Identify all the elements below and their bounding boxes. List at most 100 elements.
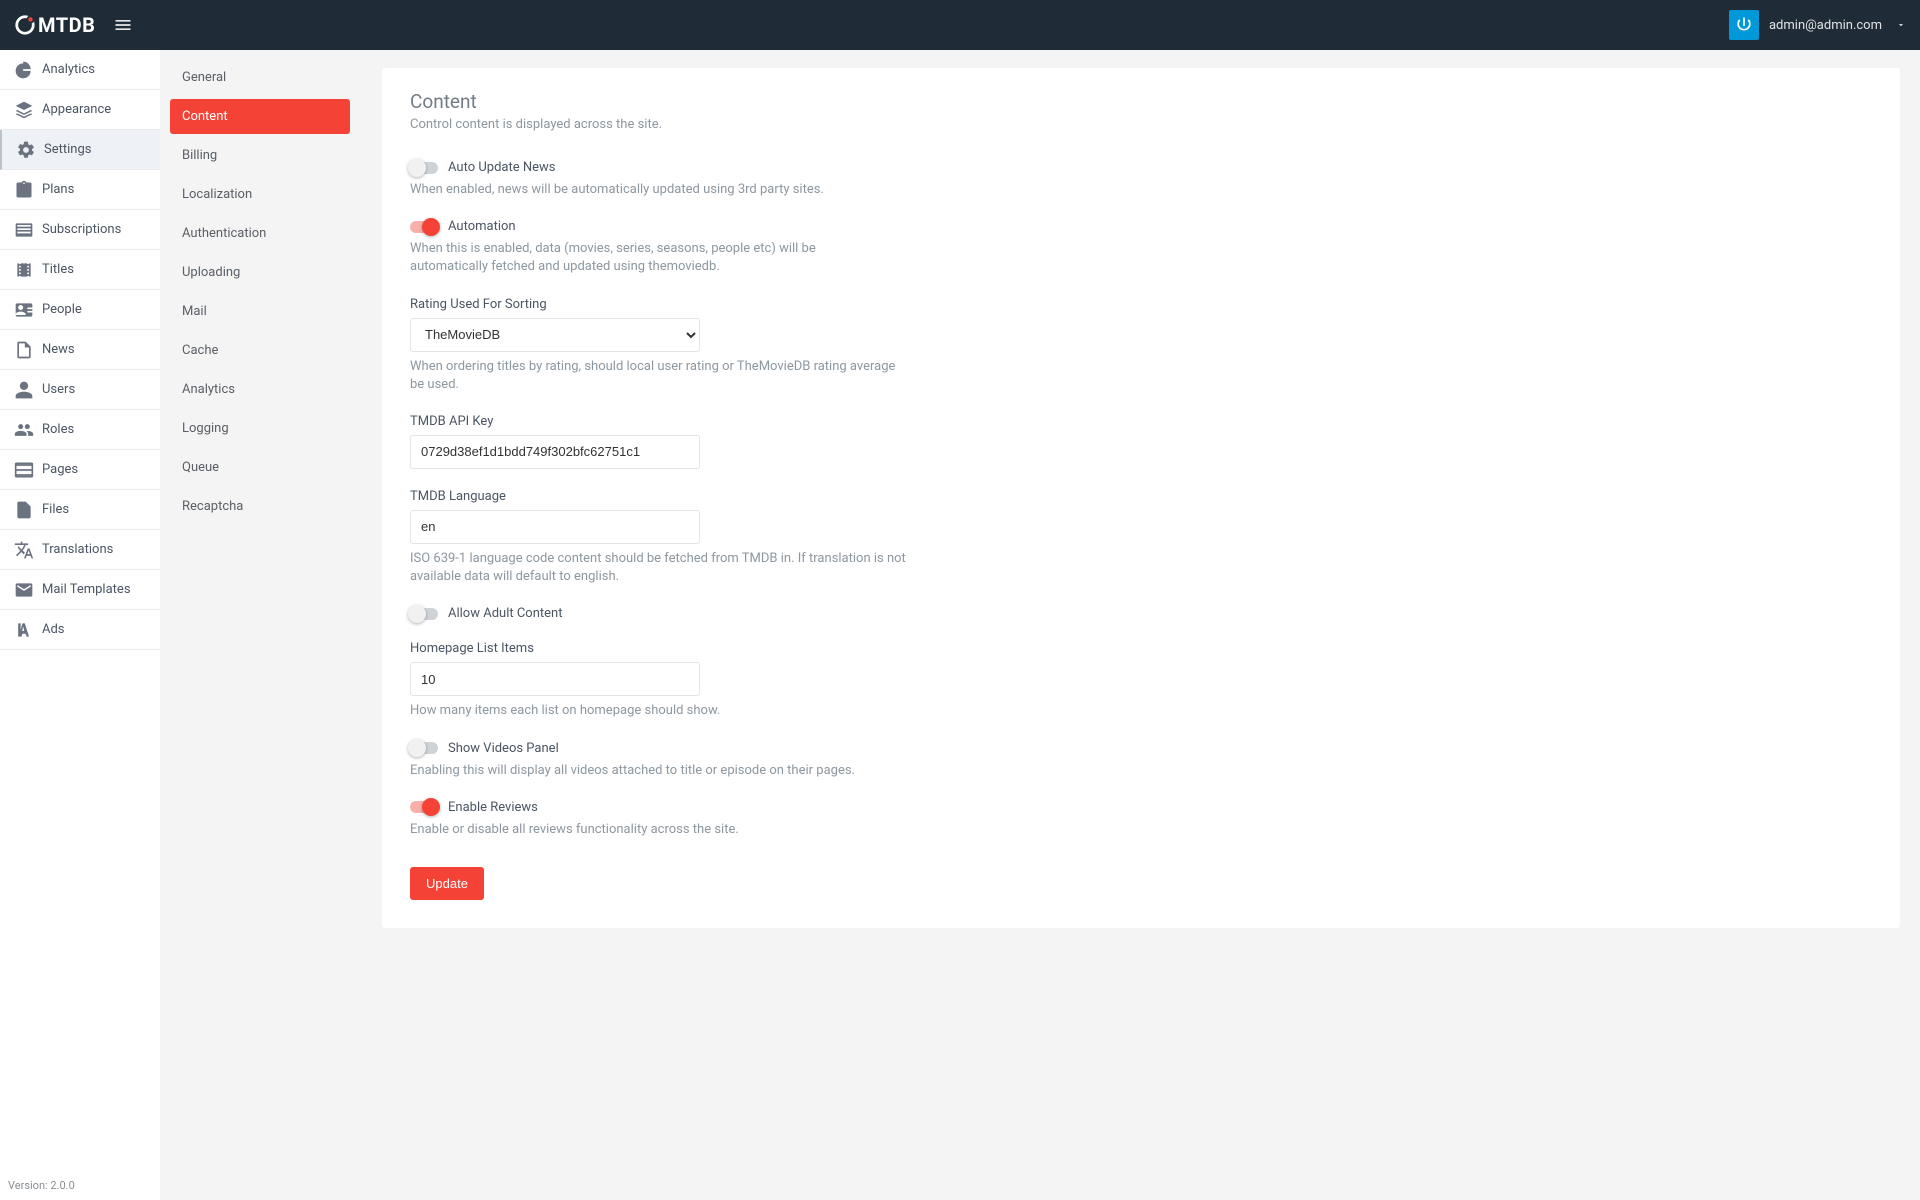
sidebar-item-ads[interactable]: Ads [0, 610, 160, 650]
badge-icon [14, 300, 34, 320]
pie-icon [14, 60, 34, 80]
content-card: Content Control content is displayed acr… [382, 68, 1900, 928]
settings-tab-mail[interactable]: Mail [170, 294, 350, 329]
sidebar-item-label: Users [42, 382, 75, 397]
user-email: admin@admin.com [1769, 18, 1882, 33]
setting-automation: Automation When this is enabled, data (m… [410, 219, 910, 276]
gear-icon [16, 140, 36, 160]
sidebar-item-appearance[interactable]: Appearance [0, 90, 160, 130]
sidebar-item-label: Translations [42, 542, 113, 557]
doc-icon [14, 340, 34, 360]
sidebar-item-subscriptions[interactable]: Subscriptions [0, 210, 160, 250]
setting-enable-reviews: Enable Reviews Enable or disable all rev… [410, 800, 910, 839]
enable-reviews-label: Enable Reviews [448, 800, 538, 815]
enable-reviews-toggle[interactable] [410, 801, 438, 813]
update-button[interactable]: Update [410, 867, 484, 900]
tmdb-lang-input[interactable] [410, 510, 700, 544]
app-name: MTDB [38, 13, 95, 37]
setting-tmdb-key: TMDB API Key [410, 414, 910, 469]
settings-tab-logging[interactable]: Logging [170, 411, 350, 446]
mail-icon [14, 580, 34, 600]
primary-sidebar: Analytics Appearance Settings Plans Subscrip… [0, 50, 160, 1200]
sidebar-item-label: Roles [42, 422, 74, 437]
sidebar-item-label: Titles [42, 262, 74, 277]
sidebar-item-label: Ads [42, 622, 65, 637]
subs-icon [14, 220, 34, 240]
menu-toggle-button[interactable] [113, 15, 133, 35]
sidebar-item-people[interactable]: People [0, 290, 160, 330]
auto-update-news-help: When enabled, news will be automatically… [410, 181, 910, 199]
sidebar-item-files[interactable]: Files [0, 490, 160, 530]
version-label: Version: 2.0.0 [8, 1179, 75, 1192]
hamburger-icon [113, 15, 133, 35]
setting-auto-update-news: Auto Update News When enabled, news will… [410, 160, 910, 199]
setting-allow-adult: Allow Adult Content [410, 606, 910, 621]
sidebar-item-label: News [42, 342, 75, 357]
settings-tab-cache[interactable]: Cache [170, 333, 350, 368]
chevron-down-icon [1896, 20, 1906, 30]
tmdb-lang-help: ISO 639-1 language code content should b… [410, 550, 910, 586]
rating-sort-help: When ordering titles by rating, should l… [410, 358, 910, 394]
sidebar-item-label: Subscriptions [42, 222, 121, 237]
rating-sort-select[interactable]: TheMovieDB [410, 318, 700, 352]
sidebar-item-label: Pages [42, 462, 78, 477]
sidebar-item-roles[interactable]: Roles [0, 410, 160, 450]
settings-tab-analytics[interactable]: Analytics [170, 372, 350, 407]
sidebar-item-analytics[interactable]: Analytics [0, 50, 160, 90]
show-videos-toggle[interactable] [410, 742, 438, 754]
tmdb-key-input[interactable] [410, 435, 700, 469]
allow-adult-toggle[interactable] [410, 608, 438, 620]
setting-show-videos: Show Videos Panel Enabling this will dis… [410, 741, 910, 780]
logo-icon [14, 14, 36, 36]
sidebar-item-label: Files [42, 502, 69, 517]
auto-update-news-toggle[interactable] [410, 162, 438, 174]
automation-help: When this is enabled, data (movies, seri… [410, 240, 830, 276]
automation-label: Automation [448, 219, 516, 234]
sidebar-item-label: Analytics [42, 62, 95, 77]
sidebar-item-mail-templates[interactable]: Mail Templates [0, 570, 160, 610]
page-icon [14, 460, 34, 480]
allow-adult-label: Allow Adult Content [448, 606, 562, 621]
avatar [1729, 10, 1759, 40]
layers-icon [14, 100, 34, 120]
settings-tab-uploading[interactable]: Uploading [170, 255, 350, 290]
setting-rating-sort: Rating Used For Sorting TheMovieDB When … [410, 297, 910, 394]
sidebar-item-settings[interactable]: Settings [0, 130, 160, 170]
header: MTDB admin@admin.com [0, 0, 1920, 50]
sidebar-item-label: Appearance [42, 102, 111, 117]
sidebar-item-label: Settings [44, 142, 91, 157]
automation-toggle[interactable] [410, 221, 438, 233]
tmdb-key-label: TMDB API Key [410, 414, 910, 429]
translate-icon [14, 540, 34, 560]
sidebar-item-translations[interactable]: Translations [0, 530, 160, 570]
clipboard-icon [14, 180, 34, 200]
auto-update-news-label: Auto Update News [448, 160, 556, 175]
settings-tab-authentication[interactable]: Authentication [170, 216, 350, 251]
homepage-items-help: How many items each list on homepage sho… [410, 702, 910, 720]
sidebar-item-label: Plans [42, 182, 74, 197]
rating-sort-label: Rating Used For Sorting [410, 297, 910, 312]
sidebar-item-plans[interactable]: Plans [0, 170, 160, 210]
sidebar-item-pages[interactable]: Pages [0, 450, 160, 490]
settings-tab-billing[interactable]: Billing [170, 138, 350, 173]
page-subtitle: Control content is displayed across the … [410, 117, 1872, 132]
settings-tab-queue[interactable]: Queue [170, 450, 350, 485]
app-logo[interactable]: MTDB [14, 13, 95, 37]
sidebar-item-label: Mail Templates [42, 582, 131, 597]
sidebar-item-news[interactable]: News [0, 330, 160, 370]
show-videos-help: Enabling this will display all videos at… [410, 762, 910, 780]
settings-tab-general[interactable]: General [170, 60, 350, 95]
homepage-items-input[interactable] [410, 662, 700, 696]
settings-tab-content[interactable]: Content [170, 99, 350, 134]
homepage-items-label: Homepage List Items [410, 641, 910, 656]
settings-tab-recaptcha[interactable]: Recaptcha [170, 489, 350, 524]
group-icon [14, 420, 34, 440]
sidebar-item-titles[interactable]: Titles [0, 250, 160, 290]
power-icon [1734, 15, 1754, 35]
page-title: Content [410, 90, 1872, 113]
settings-tab-localization[interactable]: Localization [170, 177, 350, 212]
sidebar-item-users[interactable]: Users [0, 370, 160, 410]
enable-reviews-help: Enable or disable all reviews functional… [410, 821, 910, 839]
show-videos-label: Show Videos Panel [448, 741, 559, 756]
header-user-area[interactable]: admin@admin.com [1729, 10, 1906, 40]
